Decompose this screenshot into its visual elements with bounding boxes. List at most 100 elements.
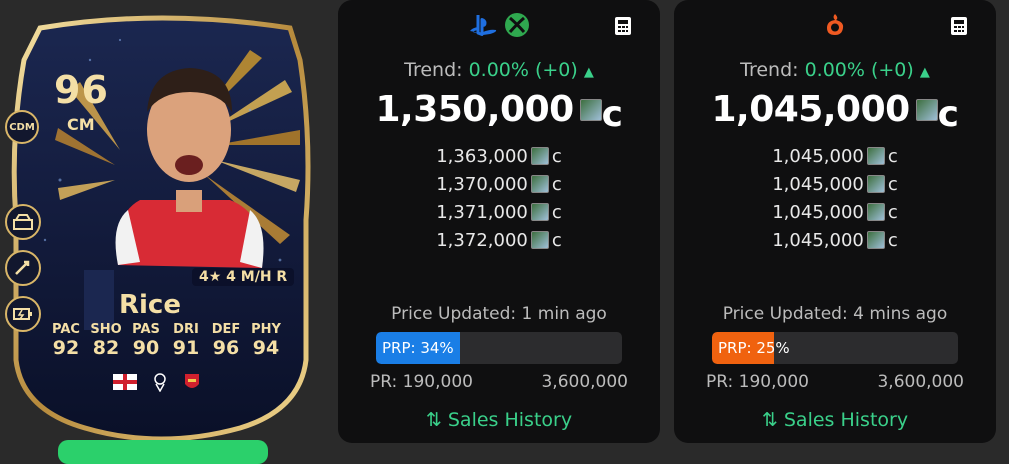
coin-icon [530,231,549,249]
bin-value: 1,363,000 [436,145,528,167]
price-range: PR: 190,000 3,600,000 [706,372,964,392]
coin-suffix: c [551,201,562,223]
trend-up-icon: ▲ [583,65,594,80]
alt-position-badge: CDM [5,110,39,144]
trend-value: 0.00% (+0) [468,59,578,81]
prp-label: PRP: 25% [718,339,790,357]
green-action-button[interactable] [58,440,268,464]
price-range-max: 3,600,000 [541,372,628,392]
list-item: 1,371,000 c [338,198,660,226]
coin-suffix: c [937,94,959,135]
bin-value: 1,045,000 [772,229,864,251]
playstation-icon [470,15,497,36]
price-updated-time: Price Updated: 4 mins ago [722,304,948,324]
list-item: 1,045,000 c [674,198,996,226]
calculator-icon[interactable] [950,16,968,36]
list-item: 1,372,000 c [338,226,660,254]
list-item: 1,363,000 c [338,142,660,170]
coin-icon [915,99,938,121]
list-item: 1,045,000 c [674,142,996,170]
bin-value: 1,045,000 [772,173,864,195]
bin-value: 1,045,000 [772,145,864,167]
lowest-bin-price: 1,045,000 c [674,89,996,135]
stat-value: 96 [212,337,240,359]
sales-history-label: Sales History [447,409,573,431]
prp-progress-bar: PRP: 25% [712,332,958,364]
stat-label: DRI [173,322,199,337]
coin-suffix: c [551,229,562,251]
skills-weakfoot-workrate: 4★ 4 M/H R [192,268,295,286]
next-bin-list: 1,045,000 c 1,045,000 c 1,045,000 c 1,045,0… [674,142,996,254]
coin-suffix: c [887,173,898,195]
trend-label: Trend: [404,59,463,81]
arsenal-crest-icon [185,374,199,388]
stat-value: 82 [92,337,120,359]
coin-icon [530,147,549,165]
card-position: CM [67,115,95,134]
prp-progress-bar: PRP: 34% [376,332,622,364]
stat-label: PHY [251,322,281,337]
list-item: 1,370,000 c [338,170,660,198]
stat-sho: SHO 82 [86,322,126,359]
stat-value: 94 [252,337,280,359]
price-range-min: PR: 190,000 [706,372,809,392]
sales-history-link[interactable]: ⇅ Sales History [674,409,996,431]
bin-value: 1,370,000 [436,173,528,195]
player-stats: PAC 92 SHO 82 PAS 90 DRI 91 DEF 96 PHY 94 [46,322,286,359]
stat-label: PAS [132,322,160,337]
coin-icon [579,99,602,121]
price-trend: Trend: 0.00% (+0) ▲ [338,59,660,81]
pc-price-panel: Trend: 0.00% (+0) ▲ 1,045,000 c 1,045,000… [674,0,996,443]
platform-icons [338,12,660,38]
coin-icon [866,147,885,165]
coin-icon [866,231,885,249]
stat-label: DEF [211,322,241,337]
stat-value: 91 [172,337,200,359]
price-range-max: 3,600,000 [877,372,964,392]
list-item: 1,045,000 c [674,226,996,254]
stat-value: 90 [132,337,160,359]
coin-suffix: c [887,229,898,251]
bin-value: 1,372,000 [436,229,528,251]
coin-suffix: c [601,94,623,135]
sort-arrows-icon: ⇅ [425,409,442,431]
stat-label: PAC [52,322,80,337]
price-range-min: PR: 190,000 [370,372,473,392]
lowest-bin-value: 1,045,000 [711,89,910,130]
coin-icon [866,175,885,193]
calculator-icon[interactable] [614,16,632,36]
stat-pac: PAC 92 [46,322,86,359]
origin-pc-icon [827,14,844,35]
coin-icon [866,203,885,221]
premier-league-icon [154,373,166,392]
platform-icons [674,12,996,38]
player-card[interactable]: 96 CM CDM 4★ 4 M/H R Rice PAC 92 SHO 82 PA… [0,0,330,464]
bin-value: 1,371,000 [436,201,528,223]
trend-up-icon: ▲ [919,65,930,80]
trend-label: Trend: [740,59,799,81]
stat-label: SHO [90,322,122,337]
sales-history-label: Sales History [783,409,909,431]
england-flag-icon [113,374,137,390]
console-price-panel: Trend: 0.00% (+0) ▲ 1,350,000 c 1,363,000… [338,0,660,443]
price-updated-time: Price Updated: 1 min ago [391,304,607,324]
coin-icon [530,175,549,193]
sort-arrows-icon: ⇅ [761,409,778,431]
alt-position-label: CDM [9,121,35,133]
sales-history-link[interactable]: ⇅ Sales History [338,409,660,431]
card-affiliations [113,372,201,392]
card-rating: 96 [54,68,109,112]
coin-suffix: c [887,145,898,167]
stat-value: 92 [52,337,80,359]
stat-pas: PAS 90 [126,322,166,359]
lowest-bin-value: 1,350,000 [375,89,574,130]
coin-suffix: c [551,173,562,195]
lowest-bin-price: 1,350,000 c [338,89,660,135]
bin-value: 1,045,000 [772,201,864,223]
xbox-icon [505,13,529,37]
player-name: Rice [119,290,181,320]
prp-label: PRP: 34% [382,339,454,357]
stat-def: DEF 96 [206,322,246,359]
stat-dri: DRI 91 [166,322,206,359]
trend-value: 0.00% (+0) [804,59,914,81]
